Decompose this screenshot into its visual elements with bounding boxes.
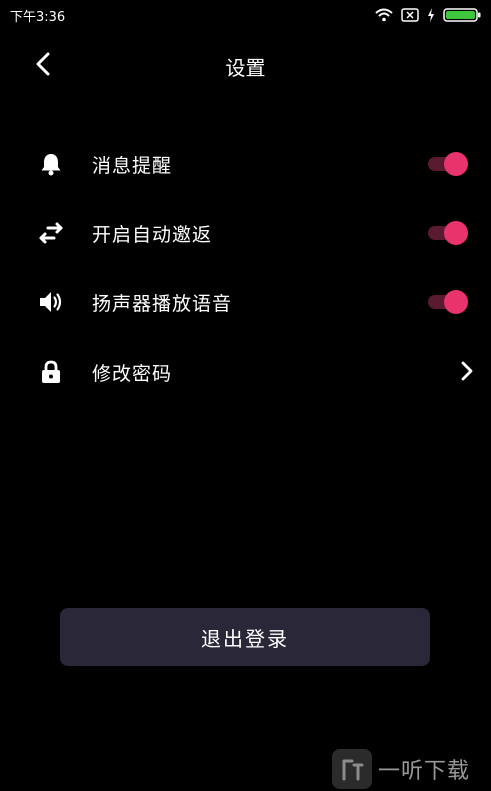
toggle-knob bbox=[444, 290, 468, 314]
swap-arrows-icon bbox=[39, 222, 63, 244]
settings-row-auto-return: 开启自动邀返 bbox=[0, 208, 491, 256]
settings-row-label: 扬声器播放语音 bbox=[92, 293, 233, 315]
sim-icon bbox=[401, 8, 419, 22]
charging-icon bbox=[428, 8, 434, 22]
logout-button[interactable]: 退出登录 bbox=[60, 608, 430, 666]
notification-toggle[interactable] bbox=[426, 152, 472, 176]
settings-row-label: 开启自动邀返 bbox=[92, 224, 213, 246]
auto-return-toggle[interactable] bbox=[426, 221, 472, 245]
chevron-right-icon bbox=[461, 361, 473, 381]
wifi-icon bbox=[375, 8, 393, 22]
page-title: 设置 bbox=[225, 56, 266, 80]
status-bar: 下午3:36 bbox=[0, 0, 491, 30]
watermark-text: 一听下载 bbox=[378, 759, 471, 784]
nav-bar: 设置 bbox=[0, 38, 491, 94]
battery-icon bbox=[443, 8, 481, 22]
settings-row-notification: 消息提醒 bbox=[0, 139, 491, 187]
settings-row-label: 修改密码 bbox=[92, 363, 173, 385]
settings-row-change-password[interactable]: 修改密码 bbox=[0, 347, 491, 395]
watermark: 一听下载 bbox=[332, 748, 491, 790]
toggle-knob bbox=[444, 152, 468, 176]
settings-row-label: 消息提醒 bbox=[92, 155, 173, 177]
speaker-toggle[interactable] bbox=[426, 290, 472, 314]
settings-row-speaker: 扬声器播放语音 bbox=[0, 277, 491, 325]
lock-icon bbox=[42, 360, 60, 383]
bell-icon bbox=[41, 154, 61, 176]
watermark-logo-icon bbox=[332, 749, 372, 789]
speaker-icon bbox=[40, 292, 62, 312]
status-time: 下午3:36 bbox=[10, 9, 66, 25]
status-icons bbox=[375, 8, 481, 22]
toggle-knob bbox=[444, 221, 468, 245]
